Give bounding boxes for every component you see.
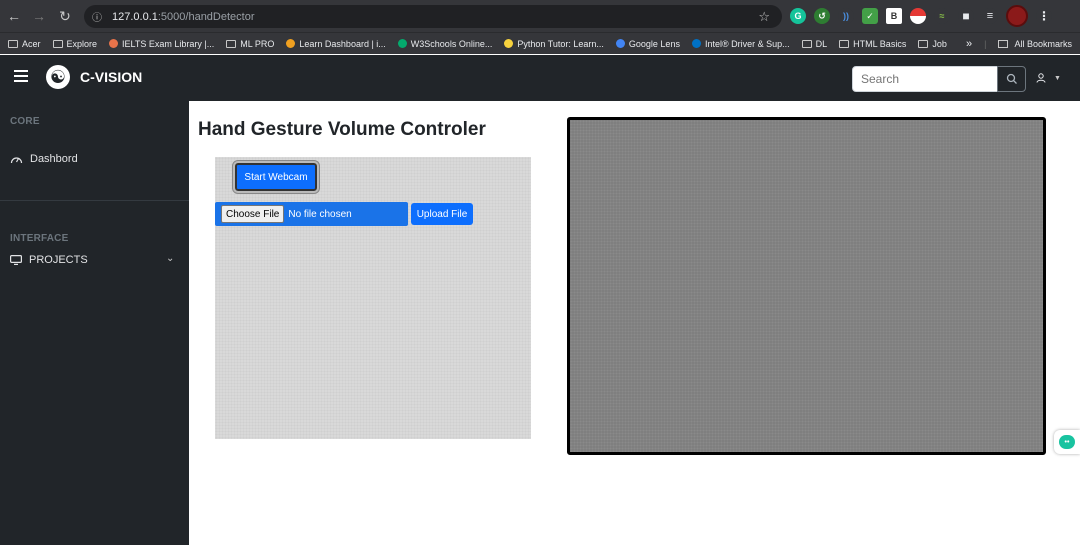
bookmark-item[interactable]: ML PRO — [226, 39, 274, 49]
search-icon — [1006, 73, 1017, 84]
control-panel: Start Webcam Choose File No file chosen … — [215, 157, 531, 439]
all-bookmarks-area: » | All Bookmarks — [966, 33, 1072, 55]
sidebar-heading-core: CORE — [10, 116, 40, 127]
more-bookmarks-icon[interactable]: » — [966, 38, 972, 50]
sidebar-item-label: PROJECTS — [29, 254, 88, 266]
choose-file-button[interactable]: Choose File — [221, 205, 285, 223]
app-navbar: ☯ C-VISION ▼ — [0, 55, 1080, 101]
sidebar-heading-interface: INTERFACE — [10, 233, 69, 244]
bookmark-favicon-icon — [8, 39, 18, 48]
bookmark-favicon-icon — [52, 39, 63, 48]
bookmark-favicon-icon — [691, 39, 701, 48]
chat-icon: •• — [1059, 435, 1075, 449]
browser-menu-icon[interactable]: ⋮ — [1036, 8, 1052, 24]
user-dropdown[interactable]: ▼ — [1036, 73, 1061, 83]
grammarly-icon[interactable]: G — [790, 8, 806, 24]
bookmark-item[interactable]: IELTS Exam Library |... — [109, 39, 214, 49]
url-host: 127.0.0.1 — [112, 10, 158, 23]
bookmark-item[interactable]: HTML Basics — [839, 39, 906, 49]
divider: | — [984, 39, 987, 49]
bookmark-item[interactable]: Intel® Driver & Sup... — [691, 38, 790, 49]
bookmark-favicon-icon — [801, 39, 812, 48]
browser-toolbar: ← → ↻ ⓘ 127.0.0.1:5000/handDetector ☆ G … — [0, 0, 1080, 32]
bookmark-star-icon[interactable]: ☆ — [758, 9, 770, 25]
reload-icon[interactable]: ↻ — [52, 3, 78, 29]
bookmark-item[interactable]: Google Lens — [615, 38, 680, 49]
brand-name[interactable]: C-VISION — [80, 69, 142, 85]
bookmark-favicon-icon — [918, 39, 929, 48]
bookmark-label: Intel® Driver & Sup... — [704, 38, 790, 49]
bookmark-favicon-icon — [615, 39, 625, 48]
bookmark-item[interactable]: Job — [918, 39, 947, 49]
bookmark-favicon-icon — [109, 39, 119, 48]
bookmark-label: W3Schools Online... — [410, 38, 493, 49]
bookmark-label: Python Tutor: Learn... — [517, 38, 604, 49]
user-icon — [1036, 73, 1046, 83]
address-bar[interactable]: ⓘ 127.0.0.1:5000/handDetector ☆ — [84, 5, 782, 28]
bookmark-item[interactable]: W3Schools Online... — [397, 38, 493, 49]
extensions-puzzle-icon[interactable]: ■ — [958, 8, 974, 24]
site-info-icon[interactable]: ⓘ — [92, 9, 102, 24]
bookmark-favicon-icon — [397, 39, 407, 48]
bookmark-favicon-icon — [226, 39, 237, 48]
all-bookmarks-link[interactable]: All Bookmarks — [1014, 39, 1072, 49]
forward-icon[interactable]: → — [26, 3, 52, 29]
bookmark-label: Explore — [66, 38, 98, 49]
extension-green-icon[interactable]: ↺ — [814, 8, 830, 24]
extension-b-icon[interactable]: B — [886, 8, 902, 24]
folder-icon — [998, 40, 1009, 48]
bookmark-label: Learn Dashboard | i... — [299, 38, 386, 49]
media-list-icon[interactable]: ≡ — [982, 8, 998, 24]
sidebar-item-projects[interactable]: PROJECTS — [10, 254, 88, 266]
yin-yang-logo-icon: ☯ — [46, 65, 70, 89]
main-content: Hand Gesture Volume Controler Start Webc… — [189, 101, 1080, 545]
bookmark-favicon-icon — [839, 39, 850, 48]
bookmark-item[interactable]: Learn Dashboard | i... — [286, 38, 386, 49]
search-button[interactable] — [997, 66, 1026, 92]
bookmark-item[interactable]: Acer — [8, 39, 41, 49]
bookmark-item[interactable]: Python Tutor: Learn... — [504, 39, 604, 49]
profile-avatar[interactable] — [1006, 5, 1028, 27]
url-path: :5000/handDetector — [157, 10, 255, 23]
bookmark-label: DL — [815, 38, 828, 49]
bookmark-label: HTML Basics — [853, 38, 907, 49]
sidebar-divider — [0, 200, 189, 201]
bookmark-item[interactable]: Explore — [52, 38, 98, 49]
bookmark-label: Google Lens — [628, 38, 680, 49]
extension-wave-icon[interactable]: )) — [838, 8, 854, 24]
extensions-area: G ↺ )) ✓ B ≈ ■ ≡ ⋮ — [790, 5, 1052, 27]
extension-chart-icon[interactable]: ≈ — [934, 8, 950, 24]
chat-widget[interactable]: •• — [1054, 430, 1080, 454]
page-title: Hand Gesture Volume Controler — [198, 119, 486, 140]
bookmark-label: Acer — [22, 38, 41, 49]
caret-down-icon: ▼ — [1054, 74, 1061, 82]
chevron-down-icon[interactable]: ⌄ — [166, 253, 174, 264]
sidebar: CORE Dashbord INTERFACE PROJECTS ⌄ — [0, 101, 189, 545]
bookmark-item[interactable]: DL — [801, 38, 828, 49]
pokeball-extension-icon[interactable] — [910, 8, 926, 24]
file-input[interactable]: Choose File No file chosen — [215, 202, 408, 226]
file-status-text: No file chosen — [288, 208, 352, 220]
bookmark-label: Job — [932, 38, 947, 49]
bookmark-favicon-icon — [504, 39, 514, 48]
monitor-icon — [10, 255, 22, 265]
search-input[interactable] — [852, 66, 998, 92]
bookmark-favicon-icon — [286, 39, 296, 48]
bookmark-label: ML PRO — [240, 38, 275, 49]
start-webcam-button[interactable]: Start Webcam — [233, 161, 319, 193]
speedometer-icon — [10, 156, 23, 163]
sidebar-item-dashboard[interactable]: Dashbord — [10, 153, 78, 165]
bookmark-label: IELTS Exam Library |... — [122, 38, 215, 49]
sidebar-item-label: Dashbord — [30, 153, 78, 165]
sidebar-toggle-icon[interactable] — [14, 70, 28, 82]
webcam-video-frame — [567, 117, 1046, 455]
back-icon[interactable]: ← — [1, 3, 27, 29]
bookmarks-bar: Acer Explore IELTS Exam Library |... ML PRO… — [0, 32, 1080, 54]
shield-extension-icon[interactable]: ✓ — [862, 8, 878, 24]
upload-file-button[interactable]: Upload File — [411, 203, 473, 225]
